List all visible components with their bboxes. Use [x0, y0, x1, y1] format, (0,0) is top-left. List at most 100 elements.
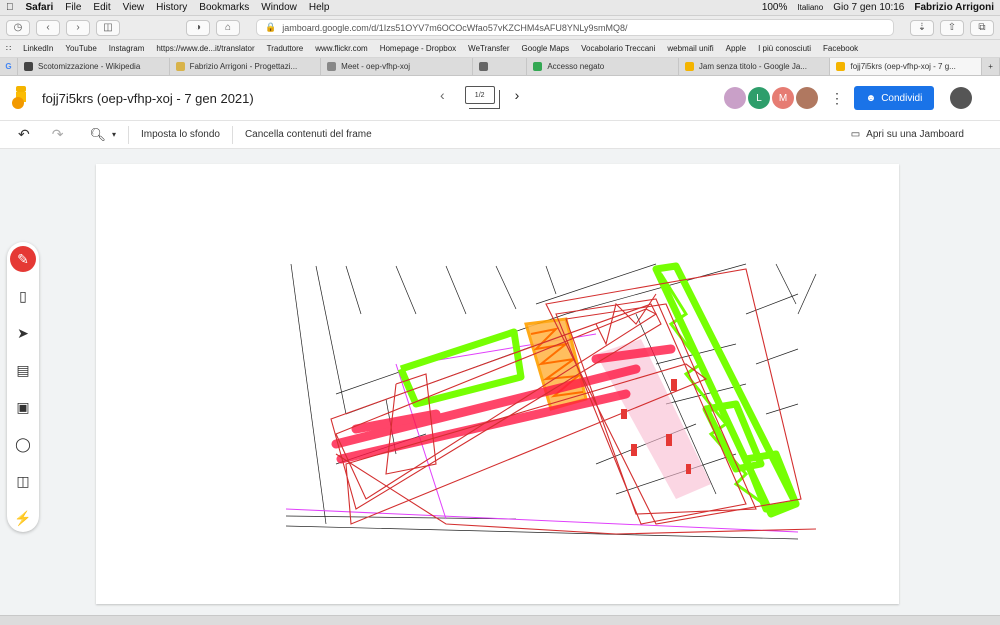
bookmark-item[interactable]: WeTransfer — [468, 44, 509, 53]
history-icon[interactable]: ◷ — [6, 19, 30, 36]
mac-menubar:  Safari File Edit View History Bookmark… — [0, 0, 1000, 16]
avatar[interactable]: M — [772, 87, 794, 109]
jam-frame[interactable] — [96, 164, 899, 604]
user-name[interactable]: Fabrizio Arrigoni — [914, 2, 994, 13]
laser-icon[interactable]: ⚡ — [10, 505, 36, 531]
meet-icon — [327, 62, 337, 71]
shield-icon[interactable]: ◑ — [186, 19, 210, 36]
battery-status[interactable]: 100% — [762, 2, 788, 13]
bookmark-item[interactable]: Facebook — [823, 44, 858, 53]
menu-history[interactable]: History — [156, 2, 187, 13]
menu-view[interactable]: View — [123, 2, 145, 13]
camera-icon — [478, 62, 488, 71]
tab-bar: G Scotomizzazione - Wikipedia Fabrizio A… — [0, 58, 1000, 76]
back-button[interactable]: ‹ — [36, 19, 60, 36]
clock[interactable]: Gio 7 gen 10:16 — [833, 2, 904, 13]
browser-tab-active[interactable]: fojj7i5krs (oep-vfhp-xoj - 7 g... — [830, 58, 983, 75]
sidebar-icon[interactable]: ◫ — [96, 19, 120, 36]
jamboard-icon — [684, 62, 694, 71]
person-add-icon: ☻ — [865, 92, 877, 104]
zoom-icon[interactable]: 🔍︎ — [89, 127, 106, 143]
prev-frame-button[interactable]: ‹ — [440, 87, 445, 103]
apple-icon[interactable]:  — [6, 2, 14, 13]
divider — [128, 125, 129, 144]
textbox-icon[interactable]: ◫ — [10, 468, 36, 494]
url-text: jamboard.google.com/d/1Izs51OYV7m6OCOcWf… — [282, 22, 628, 33]
bookmark-item[interactable]: Apple — [726, 44, 746, 53]
bookmark-item[interactable]: Homepage - Dropbox — [380, 44, 456, 53]
bookmark-item[interactable]: Traduttore — [267, 44, 304, 53]
eraser-icon[interactable]: ▯ — [10, 283, 36, 309]
sticky-note-icon[interactable]: ▤ — [10, 357, 36, 383]
document-title[interactable]: fojj7i5krs (oep-vfhp-xoj - 7 gen 2021) — [42, 91, 254, 106]
avatar[interactable] — [724, 87, 746, 109]
zoom-dropdown-icon[interactable]: ▾ — [112, 130, 116, 139]
bookmark-item[interactable]: www.flickr.com — [315, 44, 367, 53]
grid-icon[interactable]: ∷ — [6, 44, 11, 53]
bottom-scrollbar[interactable] — [0, 615, 1000, 625]
bookmarks-bar: ∷ LinkedIn YouTube Instagram https://www… — [0, 40, 1000, 58]
bookmark-item[interactable]: LinkedIn — [23, 44, 53, 53]
present-icon: ▭ — [850, 129, 861, 140]
site-icon — [175, 62, 185, 71]
bookmark-item[interactable]: Vocabolario Treccani — [581, 44, 655, 53]
browser-tab[interactable]: Accesso negato — [527, 58, 679, 75]
bookmark-item[interactable]: YouTube — [65, 44, 96, 53]
tool-palette: ✎ ▯ ➤ ▤ ▣ ◯ ◫ ⚡ — [7, 242, 39, 532]
sketch-drawing — [285, 262, 817, 540]
redo-icon[interactable]: ↷ — [52, 126, 64, 143]
download-icon[interactable]: ⇣ — [910, 19, 934, 36]
wikipedia-icon — [24, 62, 33, 71]
home-icon[interactable]: ⌂ — [216, 19, 240, 36]
shape-icon[interactable]: ◯ — [10, 431, 36, 457]
input-language[interactable]: Italiano — [797, 3, 823, 12]
canvas-area: ✎ ▯ ➤ ▤ ▣ ◯ ◫ ⚡ — [0, 150, 1000, 615]
bookmark-item[interactable]: webmail unifi — [667, 44, 713, 53]
new-tab-button[interactable]: + — [982, 58, 1000, 75]
collaborators: L M — [724, 87, 818, 109]
bookmark-item[interactable]: I più conosciuti — [758, 44, 811, 53]
menu-edit[interactable]: Edit — [93, 2, 110, 13]
tabs-overview-icon[interactable]: ⧉ — [970, 19, 994, 36]
avatar[interactable]: L — [748, 87, 770, 109]
more-options-icon[interactable]: ⋮ — [830, 90, 844, 107]
bookmark-item[interactable]: Google Maps — [522, 44, 570, 53]
jamboard-icon — [836, 62, 846, 71]
lock-icon: 🔒 — [265, 22, 277, 32]
forward-button[interactable]: › — [66, 19, 90, 36]
jamboard-logo[interactable] — [10, 86, 28, 110]
browser-tab[interactable]: Scotomizzazione - Wikipedia — [18, 58, 170, 75]
clear-frame-button[interactable]: Cancella contenuti del frame — [245, 129, 372, 140]
bookmark-item[interactable]: Instagram — [109, 44, 145, 53]
browser-toolbar: ◷ ‹ › ◫ ◑ ⌂ 🔒 jamboard.google.com/d/1Izs… — [0, 16, 1000, 40]
divider — [231, 125, 233, 144]
browser-tab[interactable]: Fabrizio Arrigoni - Progettazi... — [170, 58, 322, 75]
menu-window[interactable]: Window — [261, 2, 297, 13]
avatar[interactable] — [796, 87, 818, 109]
share-button[interactable]: ☻ Condividi — [854, 86, 934, 110]
drive-icon — [533, 62, 543, 71]
jamboard-header: fojj7i5krs (oep-vfhp-xoj - 7 gen 2021) ‹… — [0, 76, 1000, 121]
menu-help[interactable]: Help — [309, 2, 330, 13]
set-background-button[interactable]: Imposta lo sfondo — [141, 129, 220, 140]
frame-counter[interactable]: 1/2 — [464, 86, 500, 109]
bookmark-item[interactable]: https://www.de...it/translator — [156, 44, 254, 53]
app-menu[interactable]: Safari — [26, 2, 54, 13]
address-bar[interactable]: 🔒 jamboard.google.com/d/1Izs51OYV7m6OCOc… — [256, 19, 894, 36]
pen-icon[interactable]: ✎ — [10, 246, 36, 272]
action-bar: ↶ ↷ 🔍︎ ▾ Imposta lo sfondo Cancella cont… — [0, 121, 1000, 149]
google-tab-icon[interactable]: G — [0, 58, 18, 75]
menu-bookmarks[interactable]: Bookmarks — [199, 2, 249, 13]
undo-icon[interactable]: ↶ — [18, 126, 30, 143]
image-icon[interactable]: ▣ — [10, 394, 36, 420]
user-avatar[interactable] — [950, 87, 972, 109]
next-frame-button[interactable]: › — [515, 87, 520, 103]
browser-tab[interactable]: Jam senza titolo - Google Ja... — [679, 58, 831, 75]
open-jamboard-button[interactable]: ▭ Apri su una Jamboard — [851, 129, 964, 140]
browser-tab[interactable]: Meet - oep-vfhp-xoj — [321, 58, 473, 75]
select-icon[interactable]: ➤ — [10, 320, 36, 346]
share-page-icon[interactable]: ⇧ — [940, 19, 964, 36]
browser-tab[interactable] — [473, 58, 528, 75]
frame-pager: ‹ 1/2 › — [440, 86, 520, 109]
menu-file[interactable]: File — [65, 2, 81, 13]
